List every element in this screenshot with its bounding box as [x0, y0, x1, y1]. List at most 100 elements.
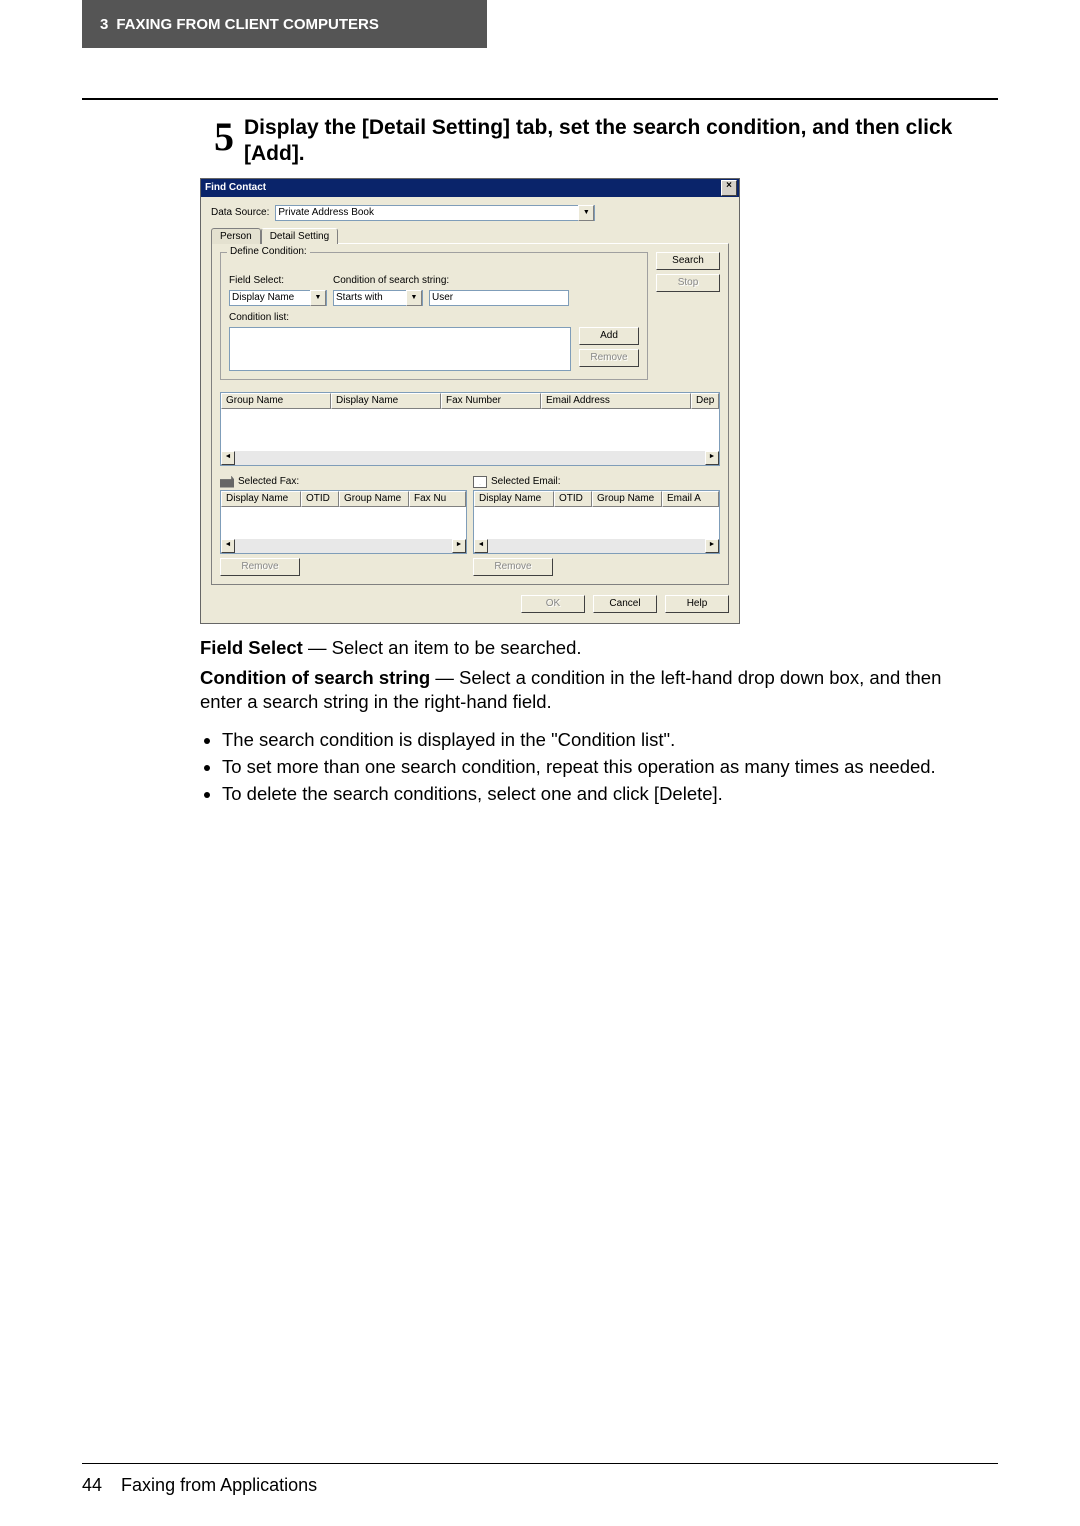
scroll-left-icon[interactable]: ◄: [474, 539, 488, 553]
condition-operator-value: Starts with: [336, 292, 406, 303]
selected-fax-list[interactable]: Display Name OTID Group Name Fax Nu ◄ ►: [220, 490, 467, 554]
footer-section: Faxing from Applications: [121, 1475, 317, 1495]
selected-email-label: Selected Email:: [491, 476, 560, 487]
cancel-button[interactable]: Cancel: [593, 595, 657, 613]
labels-row: Field Select: Condition of search string…: [229, 275, 639, 286]
selected-fax-headers: Display Name OTID Group Name Fax Nu: [221, 491, 466, 507]
detail-setting-panel: Define Condition: Field Select: Conditio…: [211, 243, 729, 585]
selected-fax-title: Selected Fax:: [220, 476, 467, 488]
col-dep[interactable]: Dep: [691, 393, 719, 409]
scroll-left-icon[interactable]: ◄: [221, 539, 235, 553]
field-select-dropdown[interactable]: Display Name ▼: [229, 290, 327, 306]
selected-email-scrollbar[interactable]: ◄ ►: [474, 539, 719, 553]
field-select-rest: — Select an item to be searched.: [303, 637, 582, 658]
bottom-rule: [82, 1463, 998, 1464]
remove-button[interactable]: Remove: [579, 349, 639, 367]
chevron-down-icon: ▼: [310, 290, 326, 306]
selected-fax-scrollbar[interactable]: ◄ ►: [221, 539, 466, 553]
col-display-name[interactable]: Display Name: [331, 393, 441, 409]
condition-list-label: Condition list:: [229, 312, 289, 323]
col-group-name[interactable]: Group Name: [339, 491, 409, 507]
selected-fax-label: Selected Fax:: [238, 476, 299, 487]
scroll-right-icon[interactable]: ►: [705, 539, 719, 553]
mail-icon: [473, 476, 487, 488]
dialog-title: Find Contact: [205, 182, 266, 193]
fax-icon: [220, 476, 234, 488]
remove-row: Remove Remove: [220, 558, 720, 576]
inputs-row: Display Name ▼ Starts with ▼: [229, 290, 639, 306]
search-button[interactable]: Search: [656, 252, 720, 270]
condition-list[interactable]: [229, 327, 571, 371]
bullets: The search condition is displayed in the…: [200, 728, 985, 806]
page: 3 FAXING FROM CLIENT COMPUTERS 5 Display…: [0, 0, 1080, 1526]
bullet-item: To delete the search conditions, select …: [222, 782, 985, 806]
data-source-select[interactable]: Private Address Book ▼: [275, 205, 595, 221]
col-otid[interactable]: OTID: [301, 491, 339, 507]
chevron-down-icon: ▼: [578, 205, 594, 221]
chapter-header: 3 FAXING FROM CLIENT COMPUTERS: [82, 0, 487, 48]
condition-area: Add Remove: [229, 327, 639, 371]
tab-detail-setting[interactable]: Detail Setting: [261, 228, 338, 244]
col-fax-number[interactable]: Fax Number: [441, 393, 541, 409]
chevron-down-icon: ▼: [406, 290, 422, 306]
results-scrollbar[interactable]: ◄ ►: [221, 451, 719, 465]
find-contact-dialog: Find Contact × Data Source: Private Addr…: [200, 178, 740, 624]
step-number: 5: [200, 117, 234, 157]
col-otid[interactable]: OTID: [554, 491, 592, 507]
scroll-left-icon[interactable]: ◄: [221, 451, 235, 465]
search-row: Define Condition: Field Select: Conditio…: [220, 252, 720, 386]
content-area: 5 Display the [Detail Setting] tab, set …: [200, 115, 985, 809]
search-buttons: Search Stop: [656, 252, 720, 292]
remove-email-button[interactable]: Remove: [473, 558, 553, 576]
top-rule: [82, 98, 998, 100]
data-source-row: Data Source: Private Address Book ▼: [211, 205, 729, 221]
dialog-titlebar: Find Contact ×: [201, 179, 739, 197]
bullet-item: To set more than one search condition, r…: [222, 755, 985, 779]
col-display-name[interactable]: Display Name: [221, 491, 301, 507]
col-group-name[interactable]: Group Name: [221, 393, 331, 409]
field-select-label: Field Select:: [229, 275, 327, 286]
tab-person[interactable]: Person: [211, 228, 261, 244]
close-button[interactable]: ×: [721, 180, 737, 196]
tabs: Person Detail Setting: [211, 227, 729, 243]
define-condition-group: Define Condition: Field Select: Conditio…: [220, 252, 648, 380]
field-select-bold: Field Select: [200, 637, 303, 658]
page-number: 44: [82, 1475, 102, 1495]
step-row: 5 Display the [Detail Setting] tab, set …: [200, 115, 985, 168]
condition-string-input[interactable]: [429, 290, 569, 306]
help-button[interactable]: Help: [665, 595, 729, 613]
chapter-title: FAXING FROM CLIENT COMPUTERS: [116, 16, 379, 33]
condition-buttons: Add Remove: [579, 327, 639, 371]
footer: 44 Faxing from Applications: [82, 1475, 317, 1496]
condition-bold: Condition of search string: [200, 667, 430, 688]
bullet-item: The search condition is displayed in the…: [222, 728, 985, 752]
data-source-label: Data Source:: [211, 207, 269, 218]
results-headers: Group Name Display Name Fax Number Email…: [221, 393, 719, 409]
results-list[interactable]: Group Name Display Name Fax Number Email…: [220, 392, 720, 466]
col-display-name[interactable]: Display Name: [474, 491, 554, 507]
dialog-body: Data Source: Private Address Book ▼ Pers…: [201, 197, 739, 623]
groupbox-legend: Define Condition:: [227, 246, 310, 257]
selected-sections: Selected Fax: Display Name OTID Group Na…: [220, 476, 720, 554]
add-button[interactable]: Add: [579, 327, 639, 345]
data-source-value: Private Address Book: [278, 207, 578, 218]
col-fax-num[interactable]: Fax Nu: [409, 491, 466, 507]
scroll-right-icon[interactable]: ►: [705, 451, 719, 465]
condition-operator-dropdown[interactable]: Starts with ▼: [333, 290, 423, 306]
selected-email-column: Selected Email: Display Name OTID Group …: [473, 476, 720, 554]
stop-button[interactable]: Stop: [656, 274, 720, 292]
dialog-bottom-buttons: OK Cancel Help: [211, 595, 729, 613]
chapter-number: 3: [100, 16, 108, 33]
ok-button[interactable]: OK: [521, 595, 585, 613]
scroll-right-icon[interactable]: ►: [452, 539, 466, 553]
col-group-name[interactable]: Group Name: [592, 491, 662, 507]
field-select-value: Display Name: [232, 292, 310, 303]
selected-fax-column: Selected Fax: Display Name OTID Group Na…: [220, 476, 467, 554]
col-email-address[interactable]: Email Address: [541, 393, 691, 409]
selected-email-headers: Display Name OTID Group Name Email A: [474, 491, 719, 507]
selected-email-list[interactable]: Display Name OTID Group Name Email A ◄ ►: [473, 490, 720, 554]
col-email-a[interactable]: Email A: [662, 491, 719, 507]
step-text: Display the [Detail Setting] tab, set th…: [244, 115, 985, 168]
remove-fax-button[interactable]: Remove: [220, 558, 300, 576]
condition-of-search-string-label: Condition of search string:: [333, 275, 449, 286]
